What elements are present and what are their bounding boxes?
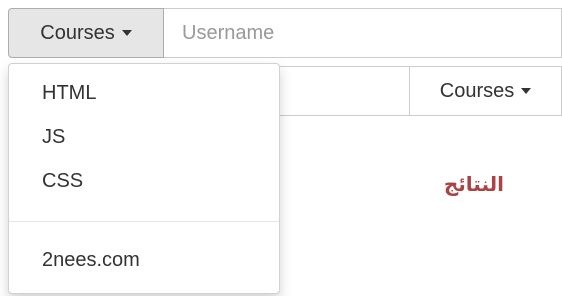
courses-dropdown-button-right[interactable]: Courses xyxy=(409,66,562,116)
caret-down-icon xyxy=(121,30,132,36)
menu-item-2nees[interactable]: 2nees.com xyxy=(9,238,279,282)
courses-dropdown-label: Courses xyxy=(40,21,115,44)
menu-item-js[interactable]: JS xyxy=(9,115,279,159)
menu-item-css[interactable]: CSS xyxy=(9,159,279,203)
username-input[interactable] xyxy=(164,8,562,58)
caret-down-icon xyxy=(521,88,532,94)
results-label: النتائج xyxy=(443,172,504,196)
courses-dropdown-button[interactable]: Courses xyxy=(8,8,164,58)
courses-dropdown-menu: HTML JS CSS 2nees.com xyxy=(8,63,280,294)
courses-dropdown-label-right: Courses xyxy=(439,79,515,102)
menu-item-html[interactable]: HTML xyxy=(9,71,279,115)
input-group-top: Courses xyxy=(8,8,562,58)
menu-divider xyxy=(9,221,279,222)
